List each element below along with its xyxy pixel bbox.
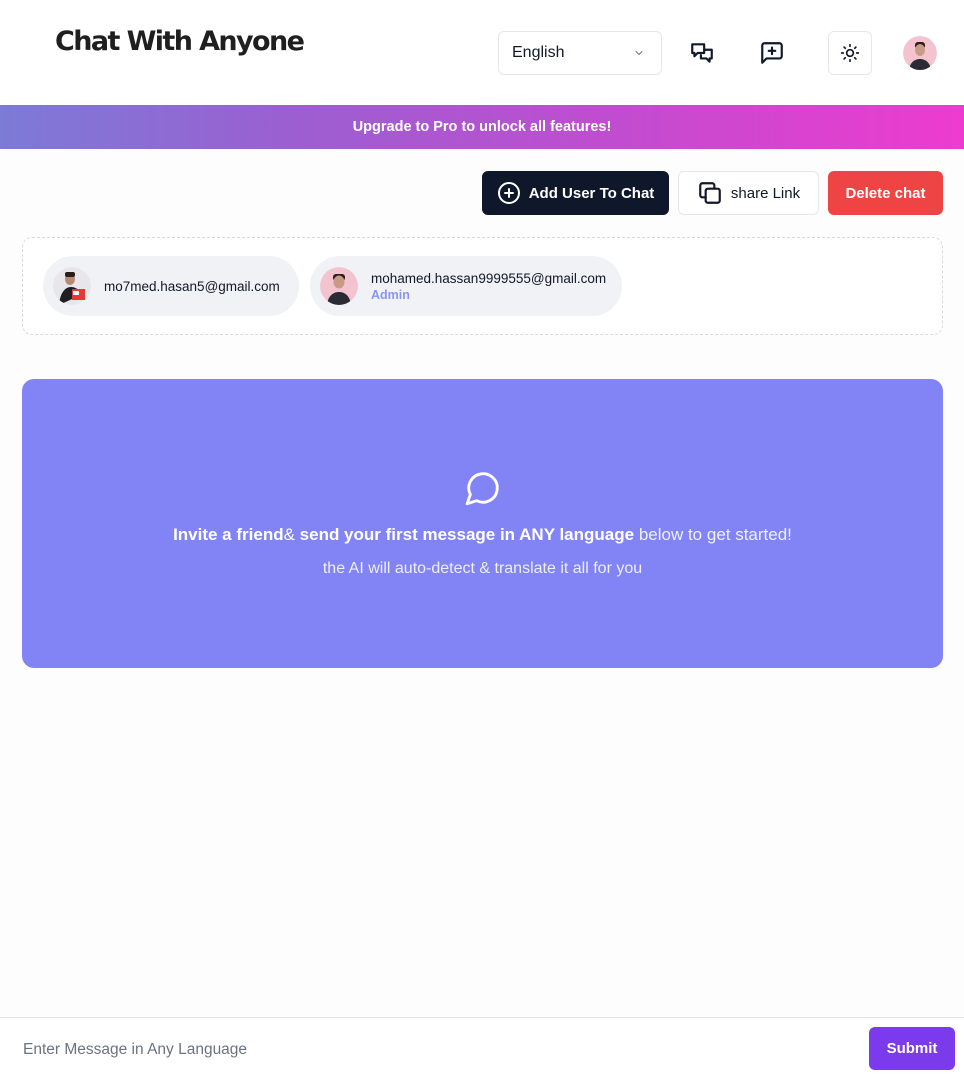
- submit-button[interactable]: Submit: [869, 1027, 955, 1070]
- share-link-button[interactable]: share Link: [678, 171, 819, 215]
- chat-members-panel: mo7med.hasan5@gmail.com mohamed.hassan99…: [22, 237, 943, 335]
- empty-state-bold-1: Invite a friend: [173, 525, 284, 544]
- delete-chat-button[interactable]: Delete chat: [828, 171, 943, 215]
- empty-state-bold-2: send your first message in ANY language: [299, 525, 635, 544]
- theme-toggle-button[interactable]: [828, 31, 872, 75]
- empty-state-subtext: the AI will auto-detect & translate it a…: [322, 560, 643, 577]
- copy-icon: [699, 182, 721, 204]
- sun-icon: [840, 43, 860, 63]
- member-email: mo7med.hasan5@gmail.com: [104, 278, 280, 294]
- empty-state-amp: &: [283, 525, 300, 544]
- add-user-label: Add User To Chat: [528, 184, 655, 202]
- language-selected-value: English: [512, 44, 565, 61]
- empty-state-rest: below to get started!: [634, 525, 792, 544]
- member-avatar: [53, 267, 91, 305]
- delete-chat-label: Delete chat: [845, 184, 926, 202]
- chats-icon: [691, 43, 713, 63]
- chats-button[interactable]: [680, 31, 724, 75]
- new-chat-button[interactable]: [750, 31, 794, 75]
- upgrade-banner-text: Upgrade to Pro to unlock all features!: [352, 119, 612, 135]
- avatar-image: [903, 36, 937, 70]
- message-circle-icon: [465, 472, 499, 506]
- message-composer: Submit: [0, 1017, 964, 1080]
- app-logo[interactable]: Chat With Anyone: [55, 26, 305, 57]
- plus-circle-icon: [497, 182, 520, 204]
- member-email: mohamed.hassan9999555@gmail.com: [371, 270, 607, 286]
- user-avatar[interactable]: [903, 36, 937, 70]
- submit-label: Submit: [886, 1040, 938, 1057]
- member-role-badge: Admin: [371, 287, 410, 302]
- language-select[interactable]: English: [498, 31, 662, 75]
- member-pill[interactable]: mohamed.hassan9999555@gmail.com Admin: [310, 256, 622, 316]
- header: Chat With Anyone English: [0, 0, 964, 105]
- member-pill[interactable]: mo7med.hasan5@gmail.com: [43, 256, 299, 316]
- upgrade-banner[interactable]: Upgrade to Pro to unlock all features!: [0, 105, 964, 149]
- add-user-button[interactable]: Add User To Chat: [482, 171, 669, 215]
- message-plus-icon: [761, 42, 783, 64]
- member-avatar: [320, 267, 358, 305]
- chevron-down-icon: [635, 51, 643, 55]
- empty-state-headline: Invite a friend& send your first message…: [173, 525, 792, 545]
- message-input[interactable]: [10, 1032, 860, 1068]
- empty-chat-state: Invite a friend& send your first message…: [22, 379, 943, 668]
- share-link-label: share Link: [730, 184, 801, 202]
